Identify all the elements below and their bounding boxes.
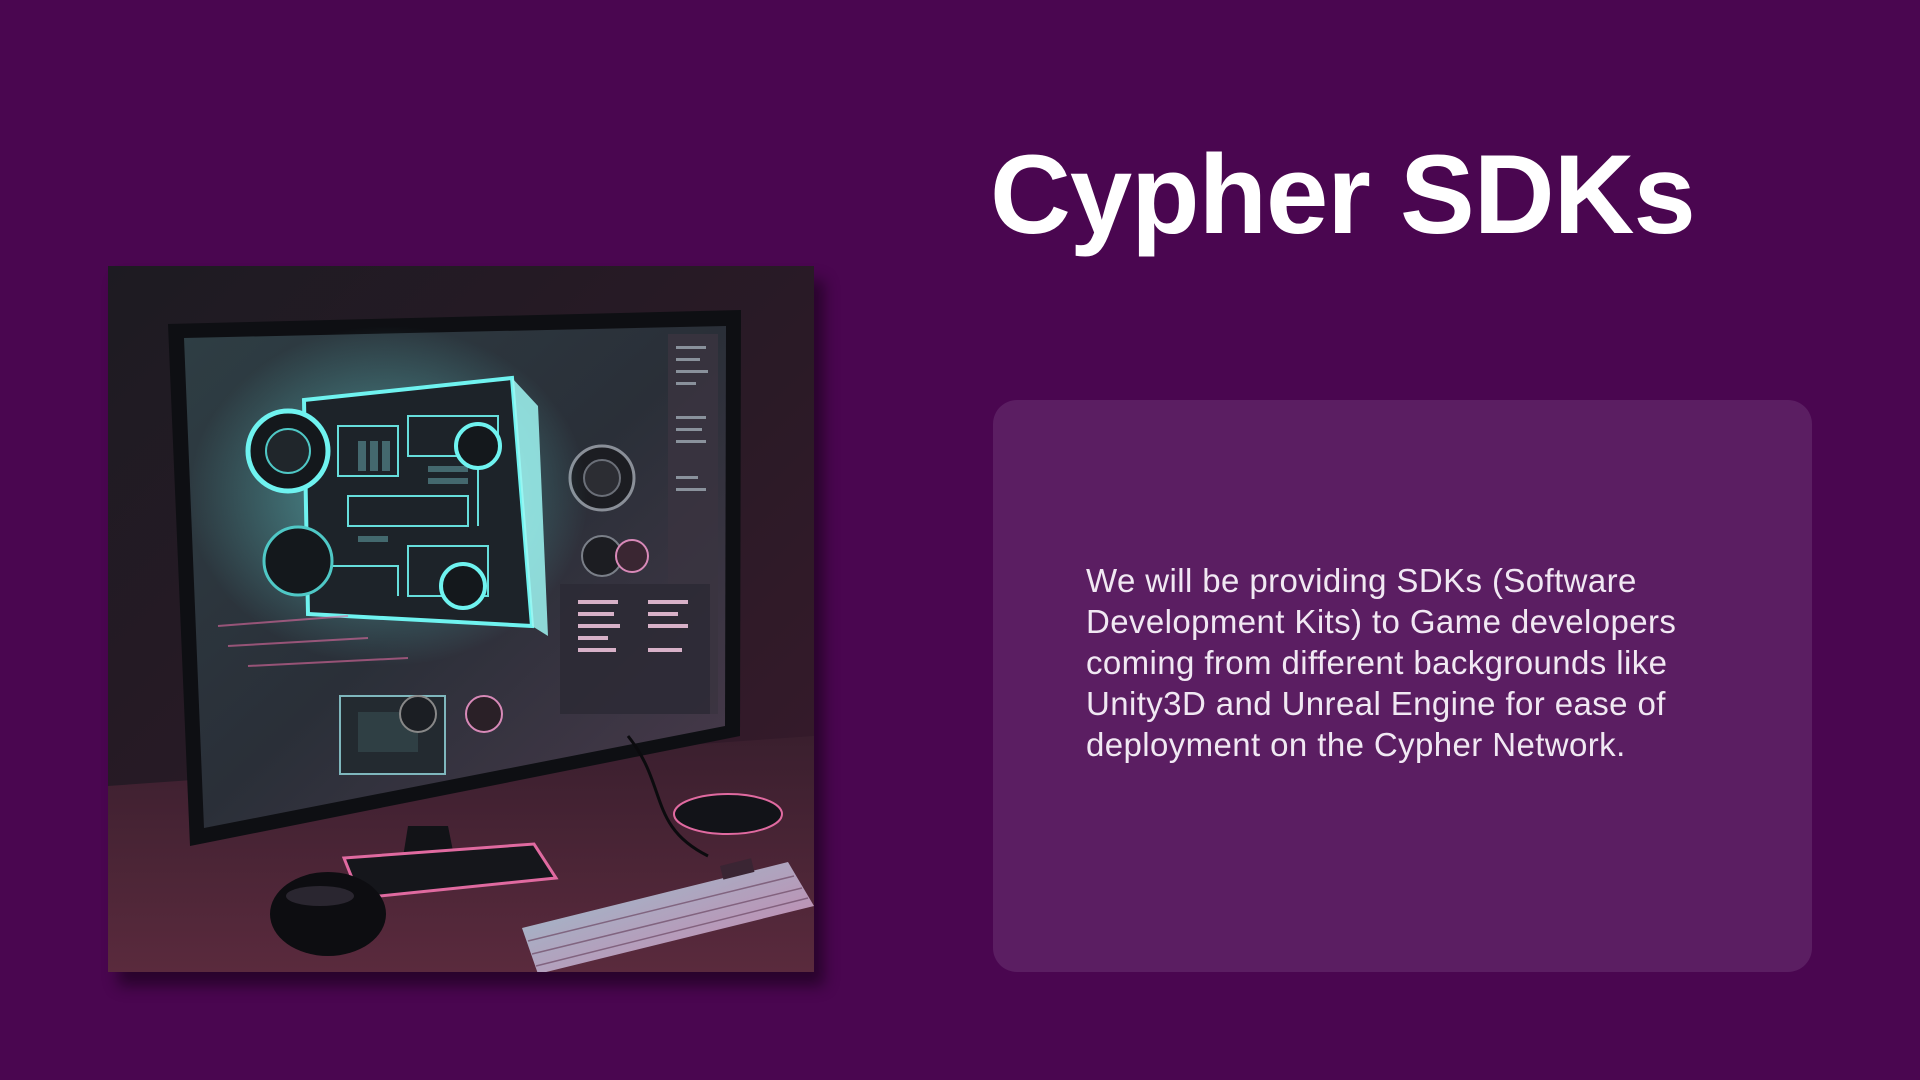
computer-illustration bbox=[108, 266, 814, 972]
slide-title: Cypher SDKs bbox=[990, 132, 1696, 257]
description-card: We will be providing SDKs (Software Deve… bbox=[993, 400, 1812, 972]
slide: Cypher SDKs We will be providing SDKs (S… bbox=[0, 0, 1920, 1080]
description-text: We will be providing SDKs (Software Deve… bbox=[1086, 562, 1677, 763]
